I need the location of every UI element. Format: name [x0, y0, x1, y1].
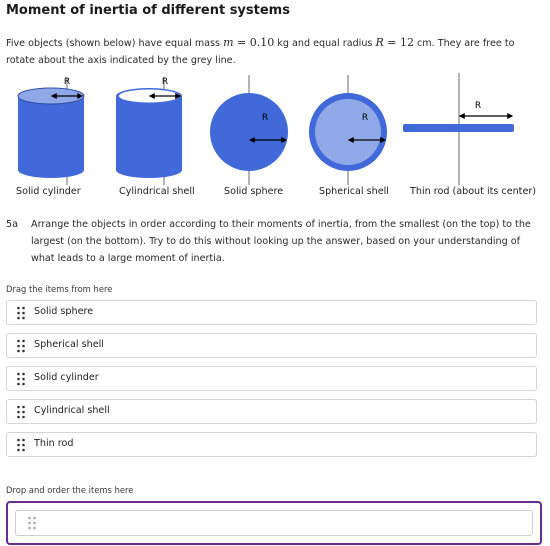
solid-sphere-drawing: R: [210, 75, 288, 185]
drag-item-solid-sphere[interactable]: Solid sphere: [6, 300, 537, 325]
drag-item-cylindrical-shell[interactable]: Cylindrical shell: [6, 399, 537, 424]
radius-label: R: [362, 113, 368, 123]
drag-item-label: Thin rod: [34, 438, 74, 449]
intro-text-2: kg and equal radius: [274, 38, 376, 49]
drag-handle-icon[interactable]: [16, 405, 26, 419]
label-cylindrical-shell: Cylindrical shell: [119, 186, 195, 197]
question-number: 5a: [6, 219, 18, 230]
radius-value: = 12: [383, 36, 414, 49]
radius-label: R: [262, 113, 268, 123]
problem-intro: Five objects (shown below) have equal ma…: [6, 34, 541, 69]
drag-item-label: Cylindrical shell: [34, 405, 110, 416]
question-text: Arrange the objects in order according t…: [31, 219, 531, 264]
drag-item-label: Solid cylinder: [34, 372, 99, 383]
thin-rod-drawing: R: [403, 73, 514, 185]
cylinder-bottom: [18, 162, 84, 178]
drag-zone-label: Drag the items from here: [6, 284, 113, 294]
shell-bottom: [116, 162, 182, 178]
solid-cylinder-drawing: R: [17, 77, 85, 185]
radius-label: R: [162, 77, 168, 87]
spherical-shell-drawing: R: [309, 75, 387, 185]
drag-handle-icon[interactable]: [16, 306, 26, 320]
label-solid-cylinder: Solid cylinder: [16, 186, 81, 197]
label-solid-sphere: Solid sphere: [224, 186, 284, 197]
shell-inner: [315, 99, 381, 165]
drop-slot[interactable]: [15, 510, 533, 536]
intro-text-1: Five objects (shown below) have equal ma…: [6, 38, 224, 49]
drag-item-thin-rod[interactable]: Thin rod: [6, 432, 537, 457]
page-title: Moment of inertia of different systems: [6, 3, 290, 18]
rod-body: [403, 124, 514, 132]
drag-item-solid-cylinder[interactable]: Solid cylinder: [6, 366, 537, 391]
drag-handle-icon[interactable]: [16, 339, 26, 353]
drag-item-label: Solid sphere: [34, 306, 94, 317]
drag-handle-icon: [28, 516, 36, 530]
label-thin-rod: Thin rod (about its center): [410, 186, 537, 197]
label-spherical-shell: Spherical shell: [319, 186, 389, 197]
radius-label: R: [475, 101, 481, 111]
objects-figure: R R R R R: [17, 73, 514, 185]
mass-value: = 0.10: [233, 36, 275, 49]
cylindrical-shell-drawing: R: [116, 77, 182, 185]
drop-zone[interactable]: [6, 501, 542, 545]
radius-symbol: R: [375, 36, 384, 49]
shell-body: [116, 96, 182, 170]
drag-handle-icon[interactable]: [16, 372, 26, 386]
drop-zone-label: Drop and order the items here: [6, 485, 134, 495]
drag-item-spherical-shell[interactable]: Spherical shell: [6, 333, 537, 358]
mass-symbol: m: [223, 36, 234, 49]
radius-label: R: [64, 77, 70, 87]
cylinder-body: [18, 96, 84, 170]
drag-handle-icon[interactable]: [16, 438, 26, 452]
sphere-body: [210, 93, 288, 171]
drag-item-label: Spherical shell: [34, 339, 104, 350]
